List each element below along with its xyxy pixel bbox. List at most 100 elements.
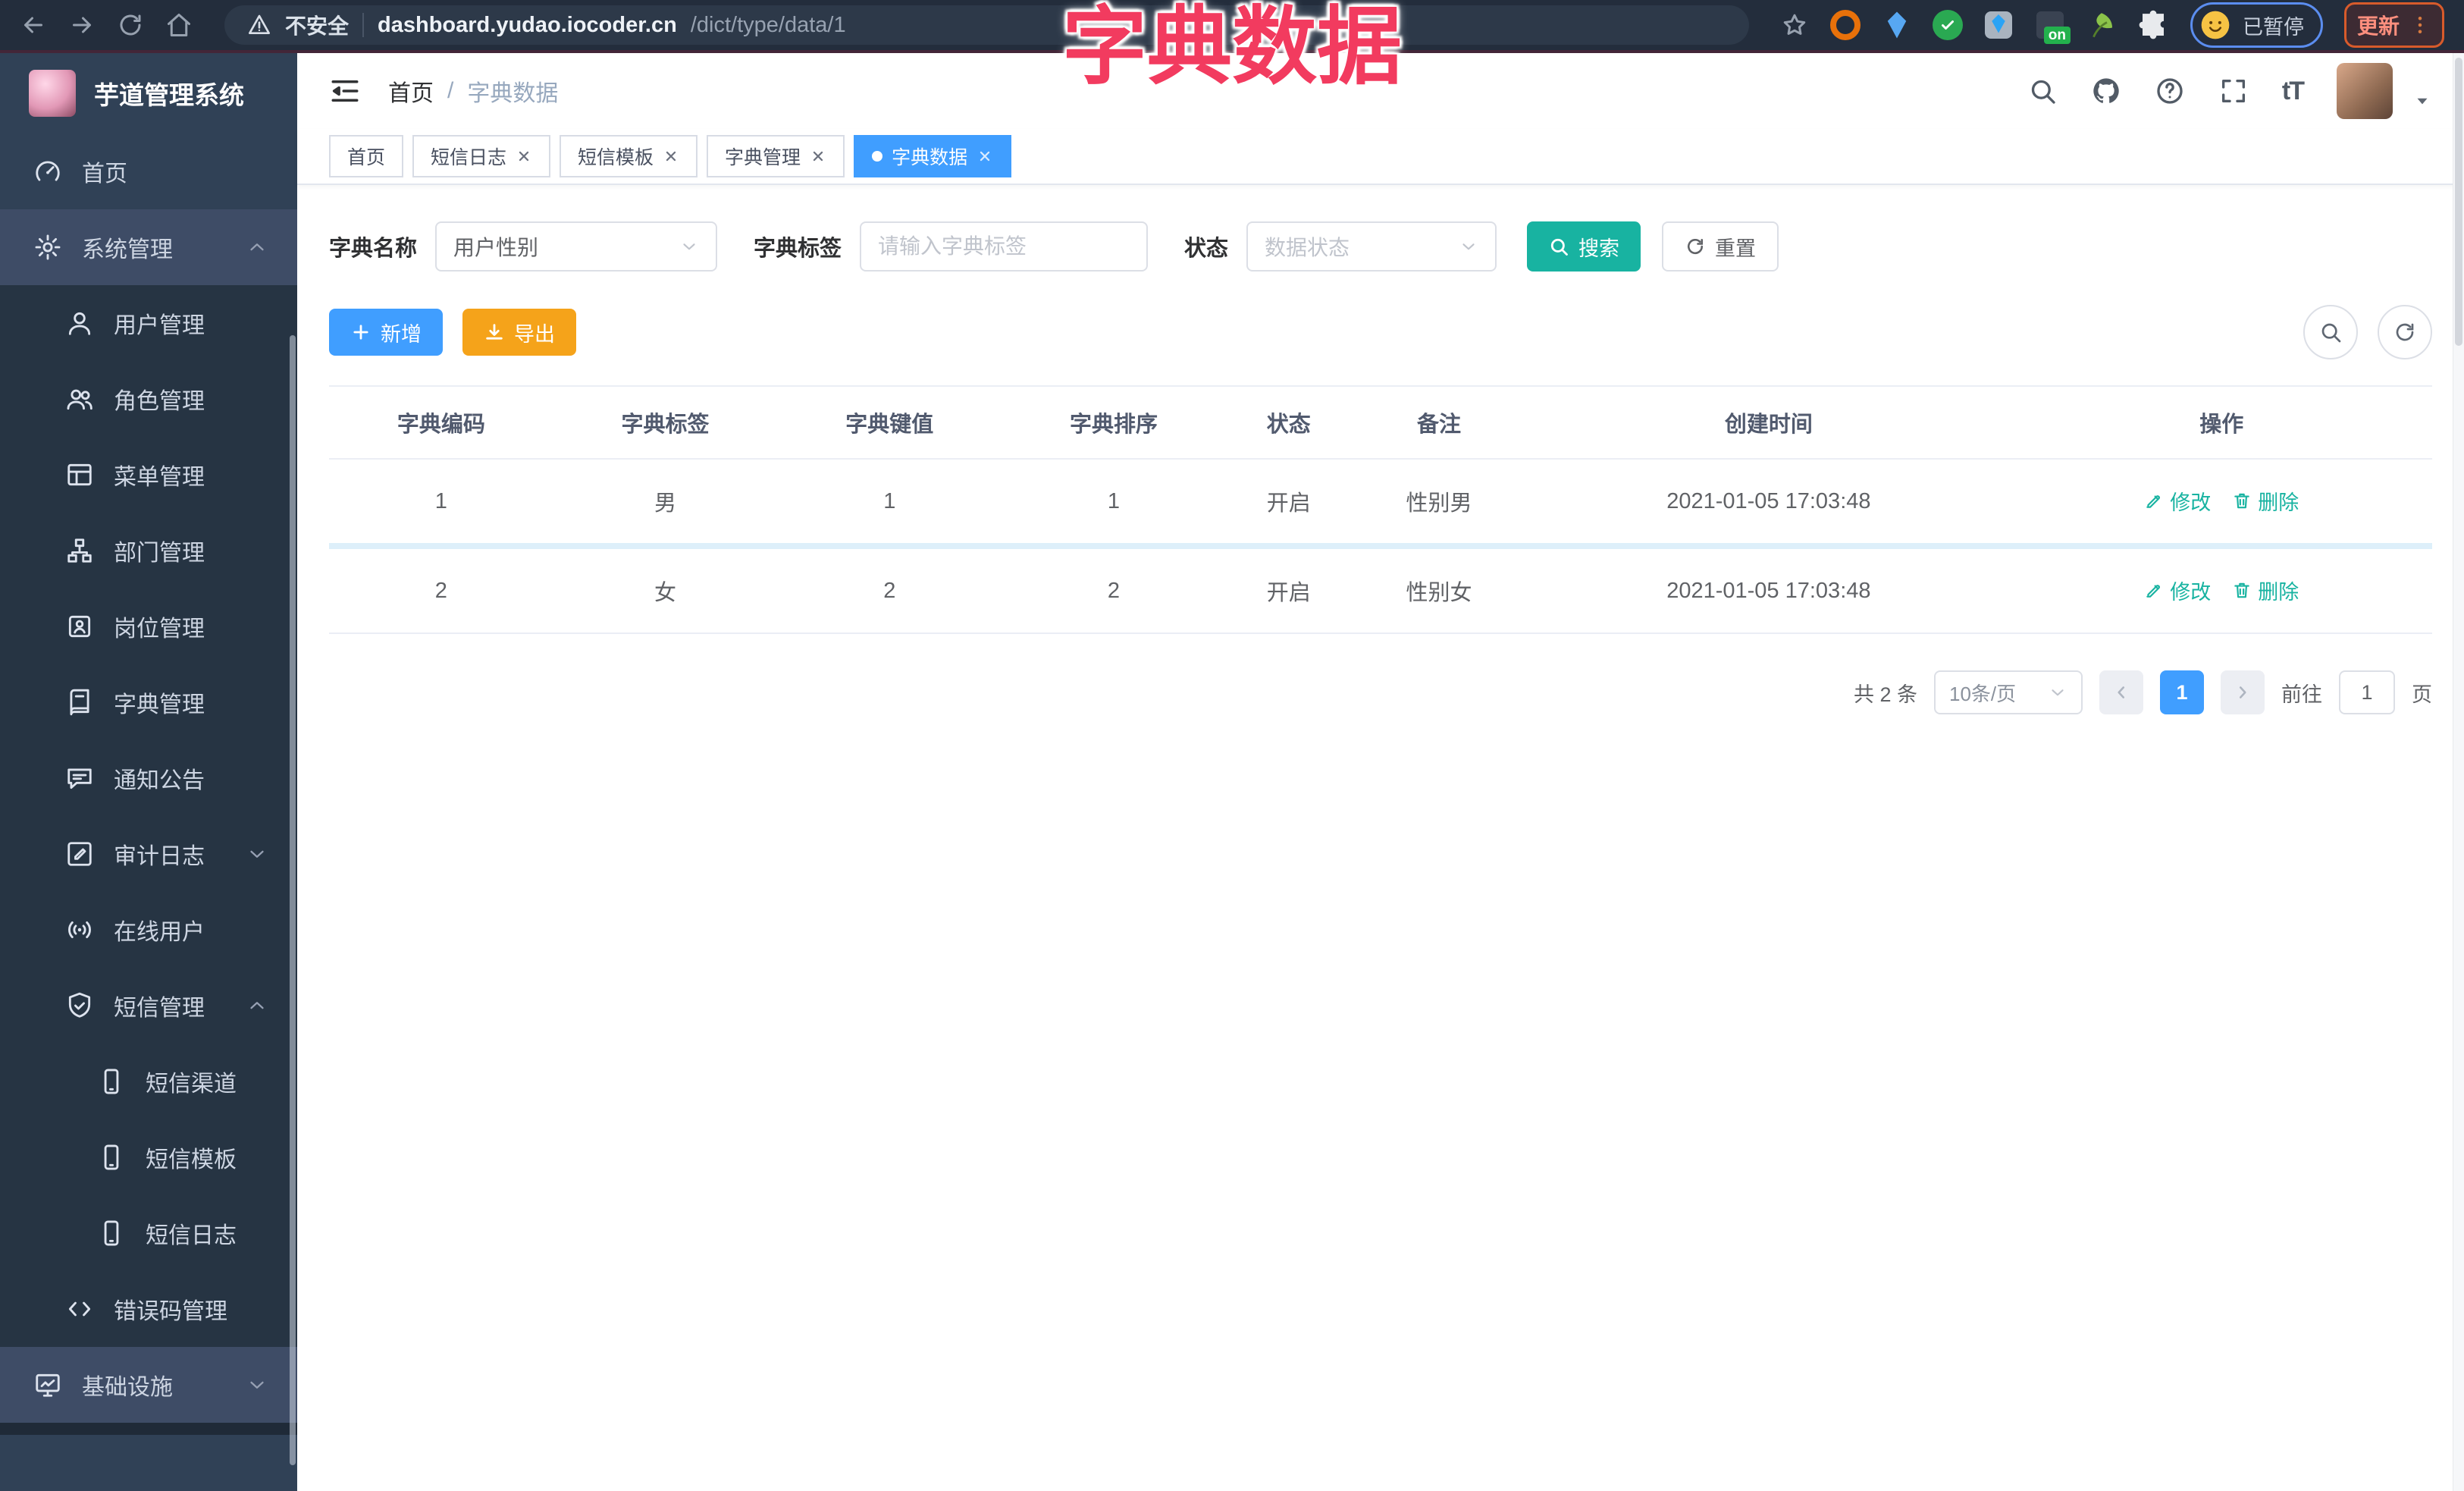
chevron-up-icon bbox=[246, 994, 268, 1017]
sidebar-item[interactable]: 基础设施 bbox=[0, 1347, 297, 1423]
refresh-table-button[interactable] bbox=[2378, 305, 2432, 359]
sidebar-logo-row[interactable]: 芋道管理系统 bbox=[0, 53, 297, 133]
column-header: 操作 bbox=[2011, 385, 2432, 460]
export-button[interactable]: 导出 bbox=[462, 309, 576, 356]
user-avatar[interactable] bbox=[2337, 63, 2393, 119]
fullscreen-icon[interactable] bbox=[2218, 76, 2249, 106]
sidebar-item[interactable]: 短信日志 bbox=[0, 1195, 297, 1271]
page-size-select[interactable]: 10条/页 bbox=[1934, 670, 2083, 714]
tab-短信日志[interactable]: 短信日志 bbox=[412, 135, 551, 177]
breadcrumb-separator: / bbox=[447, 78, 454, 103]
id-badge-icon bbox=[65, 612, 94, 641]
sidebar-item-label: 短信模板 bbox=[146, 1147, 237, 1172]
sidebar-item-label: 基础设施 bbox=[82, 1375, 173, 1400]
sidebar-item[interactable]: 在线用户 bbox=[0, 892, 297, 968]
extension-gem-icon[interactable] bbox=[1881, 9, 1913, 41]
menu-dots-icon[interactable] bbox=[2409, 14, 2431, 36]
tab-短信模板[interactable]: 短信模板 bbox=[560, 135, 698, 177]
sidebar-item-label: 菜单管理 bbox=[114, 465, 205, 490]
sidebar-item[interactable]: 审计日志 bbox=[0, 816, 297, 892]
extension-puzzle-icon[interactable] bbox=[2137, 9, 2169, 41]
reload-icon[interactable] bbox=[117, 11, 144, 39]
sidebar-item[interactable]: 错误码管理 bbox=[0, 1271, 297, 1347]
reset-button[interactable]: 重置 bbox=[1662, 221, 1779, 272]
tab-字典管理[interactable]: 字典管理 bbox=[707, 135, 845, 177]
close-icon[interactable] bbox=[977, 148, 993, 165]
cell-sort: 2 bbox=[1002, 546, 1226, 634]
dict-name-select[interactable]: 用户性别 bbox=[435, 221, 718, 272]
add-button[interactable]: 新增 bbox=[329, 309, 443, 356]
sidebar-item[interactable]: 字典管理 bbox=[0, 664, 297, 740]
tab-字典数据[interactable]: 字典数据 bbox=[854, 135, 1012, 177]
extension-orange-icon[interactable] bbox=[1829, 9, 1861, 41]
extension-check-icon[interactable] bbox=[1932, 10, 1963, 40]
table-row[interactable]: 1 男 1 1 开启 性别男 2021-01-05 17:03:48 修改 删除 bbox=[329, 459, 2432, 549]
home-icon[interactable] bbox=[165, 11, 193, 39]
caret-down-icon[interactable] bbox=[2412, 91, 2432, 111]
browser-update-button[interactable]: 更新 bbox=[2343, 2, 2444, 48]
sidebar-item[interactable]: 通知公告 bbox=[0, 740, 297, 816]
url-path: /dict/type/data/1 bbox=[690, 12, 846, 37]
delete-link[interactable]: 删除 bbox=[2232, 486, 2299, 516]
sidebar-item[interactable]: 角色管理 bbox=[0, 361, 297, 437]
extension-leaf-icon[interactable] bbox=[2086, 9, 2118, 41]
code-icon bbox=[65, 1295, 94, 1323]
next-page-button[interactable] bbox=[2221, 670, 2265, 714]
sidebar-item[interactable]: 系统管理 bbox=[0, 209, 297, 285]
header-actions: tT bbox=[2027, 63, 2432, 119]
tab-label: 短信模板 bbox=[578, 147, 654, 168]
prev-page-button[interactable] bbox=[2099, 670, 2143, 714]
sidebar-item-label: 用户管理 bbox=[114, 313, 205, 338]
sidebar-item[interactable]: 部门管理 bbox=[0, 513, 297, 589]
column-header: 字典排序 bbox=[1002, 385, 1226, 460]
audit-log-icon bbox=[65, 840, 94, 868]
cell-tag: 女 bbox=[553, 546, 778, 634]
close-icon[interactable] bbox=[516, 148, 532, 165]
address-bar[interactable]: 不安全 dashboard.yudao.iocoder.cn /dict/typ… bbox=[224, 5, 1749, 45]
edit-icon bbox=[2144, 491, 2164, 510]
delete-link[interactable]: 删除 bbox=[2232, 576, 2299, 605]
close-icon[interactable] bbox=[810, 148, 826, 165]
bookmark-star-icon[interactable] bbox=[1781, 11, 1808, 39]
extensions-cluster: on bbox=[1829, 9, 2169, 44]
help-icon[interactable] bbox=[2155, 76, 2185, 106]
status-select[interactable]: 数据状态 bbox=[1246, 221, 1497, 272]
sidebar-item[interactable]: 菜单管理 bbox=[0, 437, 297, 513]
table-row[interactable]: 2 女 2 2 开启 性别女 2021-01-05 17:03:48 修改 删除 bbox=[329, 546, 2432, 634]
sidebar-item[interactable]: 用户管理 bbox=[0, 285, 297, 361]
toggle-search-button[interactable] bbox=[2303, 305, 2358, 359]
tab-首页[interactable]: 首页 bbox=[329, 135, 404, 177]
sidebar-item[interactable]: 首页 bbox=[0, 133, 297, 209]
edit-link[interactable]: 修改 bbox=[2144, 486, 2211, 516]
sidebar-item[interactable]: 短信渠道 bbox=[0, 1044, 297, 1119]
page-number-button[interactable]: 1 bbox=[2160, 670, 2204, 714]
back-icon[interactable] bbox=[20, 11, 47, 39]
forward-icon[interactable] bbox=[68, 11, 96, 39]
sidebar-item[interactable]: 岗位管理 bbox=[0, 589, 297, 664]
sidebar-item[interactable]: 短信模板 bbox=[0, 1119, 297, 1195]
tab-label: 首页 bbox=[347, 147, 386, 168]
column-header: 备注 bbox=[1351, 385, 1527, 460]
extension-gray-icon[interactable] bbox=[1983, 9, 2014, 41]
scrollbar-thumb[interactable] bbox=[2455, 58, 2462, 346]
edit-link[interactable]: 修改 bbox=[2144, 576, 2211, 605]
font-size-icon[interactable]: tT bbox=[2282, 77, 2305, 106]
search-icon[interactable] bbox=[2027, 76, 2058, 106]
goto-page-input[interactable] bbox=[2339, 670, 2395, 714]
close-icon[interactable] bbox=[663, 148, 679, 165]
sidebar-scrollbar[interactable] bbox=[290, 335, 296, 1465]
chevron-down-icon bbox=[246, 1373, 268, 1396]
breadcrumb-item-home[interactable]: 首页 bbox=[388, 74, 434, 108]
extension-on-icon[interactable]: on bbox=[2034, 9, 2071, 44]
sidebar-item-label: 审计日志 bbox=[114, 844, 205, 869]
sidebar-item[interactable]: 短信管理 bbox=[0, 968, 297, 1044]
dict-tag-input[interactable] bbox=[860, 221, 1149, 272]
browser-window: 不安全 dashboard.yudao.iocoder.cn /dict/typ… bbox=[0, 0, 2464, 1491]
window-scrollbar[interactable] bbox=[2453, 53, 2464, 1491]
menu-fold-icon[interactable] bbox=[329, 75, 361, 107]
export-button-label: 导出 bbox=[514, 322, 555, 346]
browser-profile-chip[interactable]: 已暂停 bbox=[2190, 2, 2323, 48]
github-icon[interactable] bbox=[2091, 76, 2121, 106]
search-button[interactable]: 搜索 bbox=[1527, 221, 1641, 272]
edit-icon bbox=[2144, 580, 2164, 600]
